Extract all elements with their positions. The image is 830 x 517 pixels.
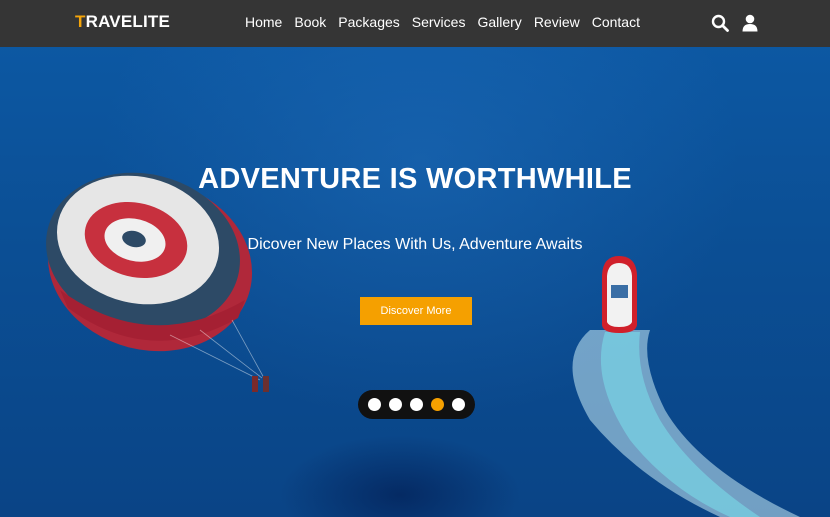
nav-link-book[interactable]: Book <box>294 14 326 30</box>
slider-dots <box>358 390 475 419</box>
hero-title: ADVENTURE IS WORTHWHILE <box>198 163 632 195</box>
user-icon[interactable] <box>742 14 758 32</box>
brand-logo-initial: T <box>75 12 86 31</box>
nav-link-home[interactable]: Home <box>245 14 282 30</box>
slider-dot-1[interactable] <box>368 398 381 411</box>
slider-dot-2[interactable] <box>389 398 402 411</box>
brand-logo-text: RAVELITE <box>85 12 170 31</box>
nav-link-services[interactable]: Services <box>412 14 466 30</box>
navbar: TRAVELITE Home Book Packages Services Ga… <box>0 0 830 47</box>
nav-links: Home Book Packages Services Gallery Revi… <box>245 14 652 30</box>
slider-dot-5[interactable] <box>452 398 465 411</box>
hero-image <box>46 172 800 517</box>
search-icon[interactable] <box>711 14 729 32</box>
nav-link-gallery[interactable]: Gallery <box>477 14 521 30</box>
hero-background: TRAVELITE Home Book Packages Services Ga… <box>0 0 830 517</box>
slider-dot-4[interactable] <box>431 398 444 411</box>
discover-more-button[interactable]: Discover More <box>360 297 472 325</box>
brand-logo[interactable]: TRAVELITE <box>75 12 170 32</box>
nav-icons <box>711 14 758 32</box>
nav-link-packages[interactable]: Packages <box>338 14 399 30</box>
hero-subtitle: Dicover New Places With Us, Adventure Aw… <box>247 236 583 253</box>
slider-dot-3[interactable] <box>410 398 423 411</box>
nav-link-review[interactable]: Review <box>534 14 580 30</box>
nav-link-contact[interactable]: Contact <box>592 14 640 30</box>
boat-wake <box>572 330 800 517</box>
parasail-riders <box>252 376 269 392</box>
speed-boat <box>602 256 637 333</box>
